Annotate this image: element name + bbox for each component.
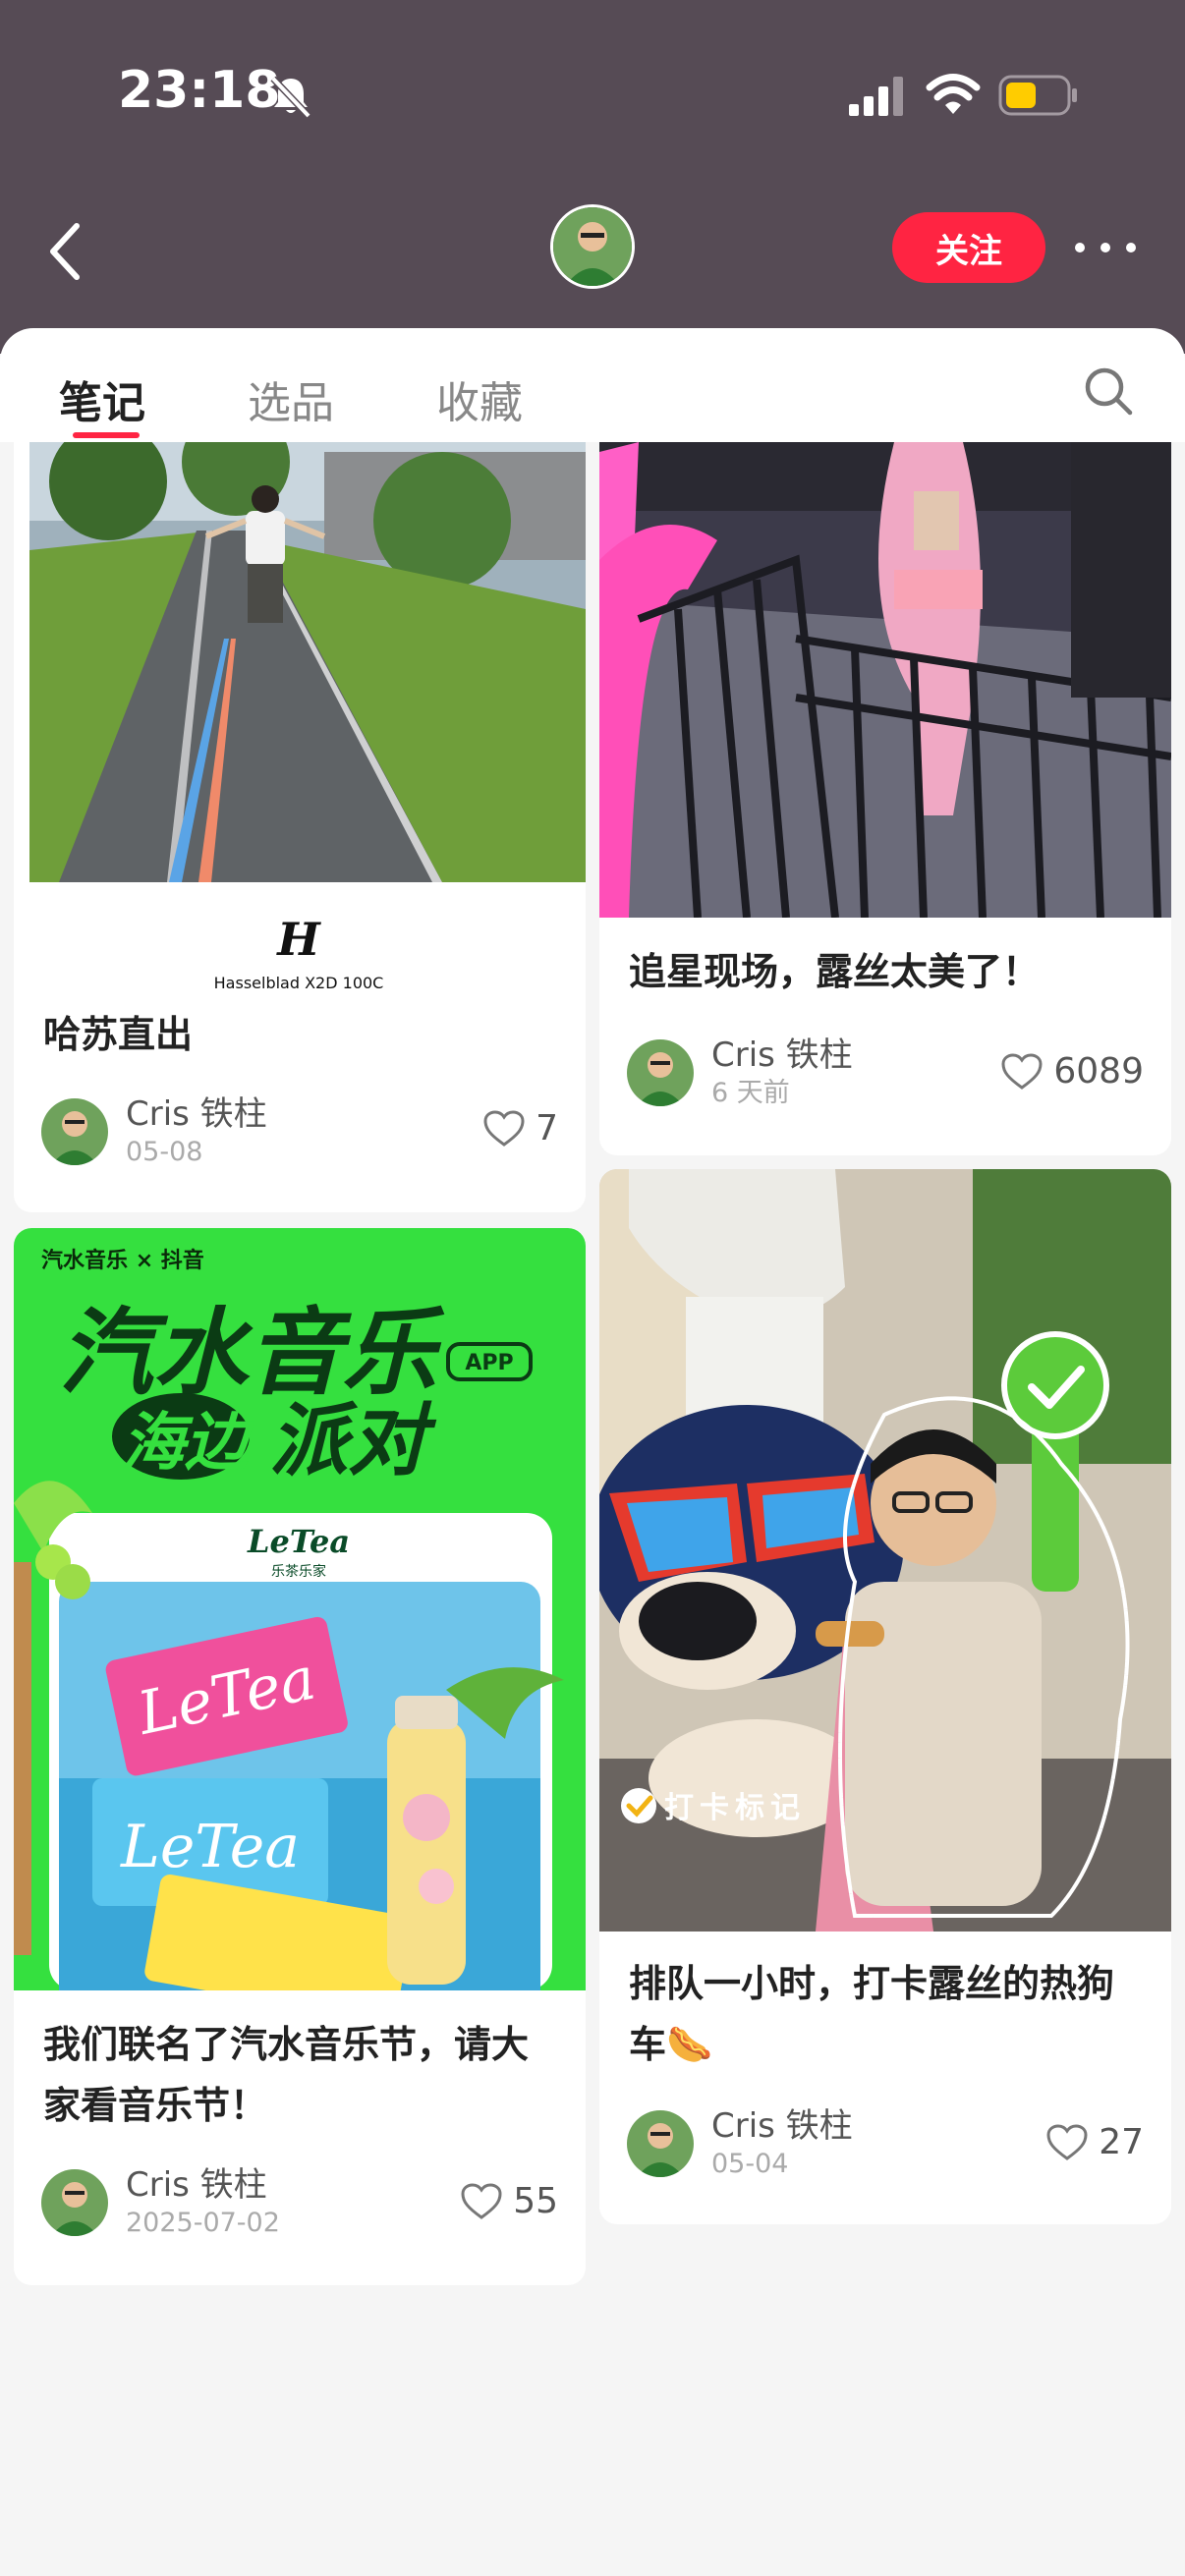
tab-notes[interactable]: 笔记: [59, 367, 145, 430]
more-options-button[interactable]: [1071, 228, 1140, 267]
hasselblad-logo-icon: H Hasselblad X2D 100C: [214, 913, 384, 992]
heart-icon: [1001, 1052, 1043, 1090]
checkin-tag: 打卡标记: [664, 1791, 806, 1825]
active-tab-indicator: [73, 432, 140, 438]
author-name: Cris 铁柱: [126, 1094, 267, 1134]
author-name: Cris 铁柱: [126, 2165, 267, 2205]
poster-brand-right: 抖音: [161, 1248, 204, 1273]
like-count: 7: [536, 1108, 558, 1148]
poster-app-tag: APP: [465, 1351, 513, 1375]
author-name: Cris 铁柱: [711, 1036, 853, 1075]
search-icon[interactable]: [1081, 364, 1136, 419]
poster-subline-b: 派对: [269, 1395, 437, 1486]
cellular-signal-icon: [849, 77, 903, 116]
poster-headline: 汽水音乐: [59, 1298, 445, 1408]
wifi-icon: [926, 74, 981, 114]
svg-text:汽水音乐 × 抖音: 汽水音乐 × 抖音: [41, 1248, 204, 1273]
more-dot-icon: [1100, 243, 1110, 252]
note-date: 2025-07-02: [126, 2208, 280, 2238]
status-time: 23:18: [118, 61, 281, 120]
like-count: 6089: [1053, 1051, 1144, 1092]
like-count: 55: [513, 2181, 558, 2221]
like-button[interactable]: 55: [460, 2181, 558, 2221]
note-title: 追星现场，露丝太美了！: [629, 950, 1041, 993]
follow-button[interactable]: 关注: [892, 212, 1045, 283]
svg-text:H: H: [275, 913, 321, 966]
heart-icon: [461, 2182, 502, 2219]
note-card[interactable]: 打卡标记 排队一小时，打卡露丝的热狗车🌭 Cris 铁柱 05-04 27: [599, 1169, 1171, 2224]
note-title: 排队一小时，打卡露丝的热狗车🌭: [629, 1962, 1115, 2066]
heart-icon: [483, 1109, 525, 1147]
note-cover-image: 汽水音乐 × 抖音 汽水音乐 APP 海边 派对 LeTea 乐茶乐家 LeTe…: [14, 1228, 586, 1990]
note-card[interactable]: 追星现场，露丝太美了！ Cris 铁柱 6 天前 6089: [599, 442, 1171, 1155]
tab-favorites[interactable]: 收藏: [436, 367, 523, 430]
back-button[interactable]: [39, 218, 94, 285]
note-author[interactable]: Cris 铁柱 05-04: [627, 2106, 853, 2181]
more-dot-icon: [1126, 243, 1136, 252]
svg-text:乐茶乐家: 乐茶乐家: [271, 1563, 326, 1580]
top-bar: 23:18 关注: [0, 0, 1185, 354]
note-cover-image: 打卡标记: [599, 1169, 1171, 1932]
note-title: 哈苏直出: [43, 1013, 194, 1056]
svg-text:LeTea: LeTea: [120, 1813, 300, 1881]
note-title: 我们联名了汽水音乐节，请大家看音乐节！: [43, 2023, 530, 2127]
tab-selections[interactable]: 选品: [248, 367, 334, 430]
note-date: 6 天前: [711, 1078, 790, 1108]
like-button[interactable]: 27: [1045, 2122, 1144, 2162]
note-cover-image: [29, 442, 586, 882]
note-card[interactable]: 汽水音乐 × 抖音 汽水音乐 APP 海边 派对 LeTea 乐茶乐家 LeTe…: [14, 1228, 586, 2285]
note-date: 05-08: [126, 1137, 203, 1167]
note-author[interactable]: Cris 铁柱 6 天前: [627, 1036, 853, 1110]
like-count: 27: [1099, 2122, 1144, 2162]
bell-mute-icon: [270, 76, 311, 119]
more-dot-icon: [1075, 243, 1085, 252]
like-button[interactable]: 6089: [1000, 1051, 1144, 1092]
battery-icon: [998, 75, 1077, 116]
author-avatar: [41, 1098, 108, 1165]
author-avatar: [627, 1039, 694, 1106]
hasselblad-logo-strip: H Hasselblad X2D 100C: [14, 882, 586, 992]
svg-text:Hasselblad X2D 100C: Hasselblad X2D 100C: [214, 974, 384, 992]
poster-partner: LeTea: [247, 1523, 350, 1560]
note-author[interactable]: Cris 铁柱 2025-07-02: [41, 2165, 280, 2240]
like-button[interactable]: 7: [482, 1108, 558, 1148]
author-avatar: [41, 2169, 108, 2236]
profile-avatar[interactable]: [550, 204, 635, 289]
note-cover-image: [599, 442, 1171, 918]
poster-brand-left: 汽水音乐: [41, 1248, 128, 1273]
author-avatar: [627, 2110, 694, 2177]
note-date: 05-04: [711, 2149, 789, 2179]
poster-subline-a: 海边: [122, 1407, 254, 1480]
author-name: Cris 铁柱: [711, 2106, 853, 2146]
heart-icon: [1046, 2123, 1088, 2160]
tab-bar: 笔记 选品 收藏: [0, 328, 1185, 442]
note-card[interactable]: H Hasselblad X2D 100C 哈苏直出 Cris 铁柱 05-08…: [14, 442, 586, 1212]
note-author[interactable]: Cris 铁柱 05-08: [41, 1094, 267, 1169]
